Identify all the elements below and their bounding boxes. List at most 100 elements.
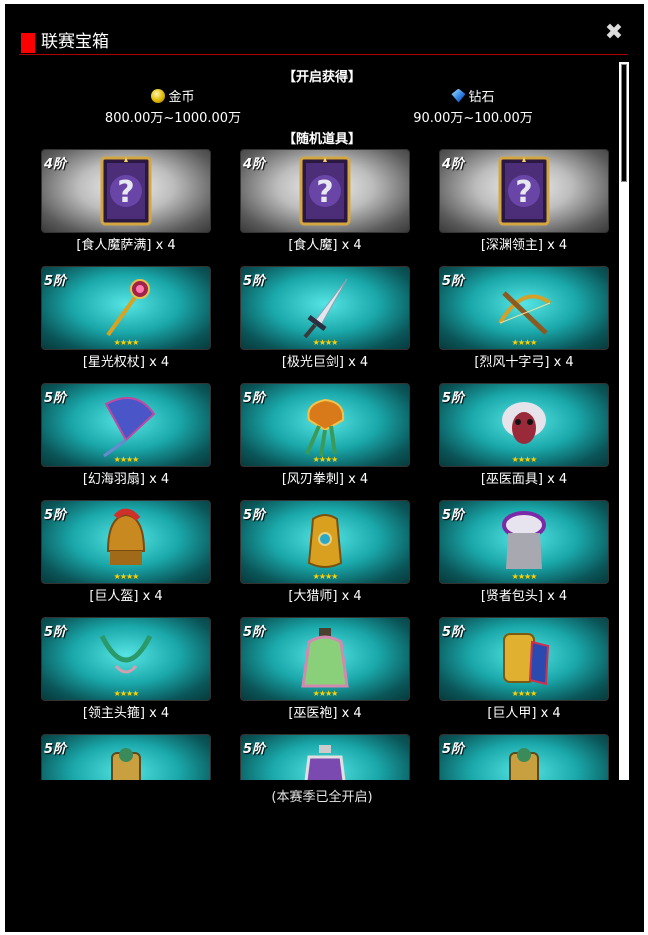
hunter-bracer-icon [295,507,355,577]
item-card[interactable]: ? 4阶 [439,149,609,233]
item-card[interactable]: 5阶 ★★★★ [439,500,609,584]
close-button[interactable]: ✖ [603,22,625,44]
reward-item[interactable]: 5阶 ★★★★ [极光巨剑] x 4 [240,266,410,374]
item-card[interactable]: 5阶 ★★★★ [41,266,211,350]
item-card[interactable]: 5阶 ★★★★ [240,617,410,701]
reward-item[interactable]: 5阶 ★★★★ [幻海羽扇] x 4 [41,383,211,491]
item-tier: 5阶 [442,391,465,406]
item-name: [食人魔萨满] x 4 [76,238,176,253]
item-name: [极光巨剑] x 4 [281,355,369,370]
item-stars: ★★★★ [511,689,538,698]
witch-doctor-robe-icon [295,624,355,694]
reward-item[interactable]: ? 4阶 [深渊领主] x 4 [439,149,609,257]
item-stars: ★★★★ [312,689,339,698]
item-tier: 5阶 [442,742,465,757]
gale-crossbow-icon [494,273,554,343]
item-card[interactable]: 5阶 [240,734,410,780]
item-tier: 5阶 [243,391,266,406]
item-card[interactable]: 5阶 ★★★★ [41,383,211,467]
item-tier: 5阶 [243,508,266,523]
item-name: [幻海羽扇] x 4 [82,472,170,487]
chest-content-scroll[interactable]: 【开启获得】 金币 800.00万~1000.00万 钻石 90.00万~100… [25,62,619,780]
gold-reward: 金币 800.00万~1000.00万 [73,86,273,126]
league-chest-dialog: 联赛宝箱 ✖ 【开启获得】 金币 800.00万~1000.00万 钻石 90.… [5,4,644,932]
item-tier: 5阶 [44,274,67,289]
giant-armor-icon [494,624,554,694]
mystery-card-icon: ? [96,156,156,226]
mystery-card-icon: ? [295,156,355,226]
reward-item[interactable]: 5阶 ★★★★ [星光权杖] x 4 [41,266,211,374]
reward-item[interactable]: 5阶 ★★★★ [巫医袍] x 4 [240,617,410,725]
reward-item[interactable]: 5阶 ★★★★ [巫医面具] x 4 [439,383,609,491]
diamond-reward: 钻石 90.00万~100.00万 [373,86,573,126]
item-name: [大猎师] x 4 [288,589,362,604]
item-card[interactable]: 5阶 ★★★★ [41,500,211,584]
item-card[interactable]: ? 4阶 [240,149,410,233]
item-name: [领主头箍] x 4 [82,706,170,721]
scrollbar[interactable] [619,62,629,780]
starlight-scepter-icon [96,273,156,343]
item-card[interactable]: 5阶 [439,734,609,780]
item-stars: ★★★★ [511,338,538,347]
svg-text:?: ? [316,175,333,210]
armor-item-icon [494,741,554,780]
item-card[interactable]: 5阶 ★★★★ [240,266,410,350]
reward-item[interactable]: 5阶 ★★★★ [风刃拳刺] x 4 [240,383,410,491]
item-stars: ★★★★ [113,338,140,347]
item-card[interactable]: 5阶 [41,734,211,780]
item-stars: ★★★★ [312,455,339,464]
reward-item[interactable]: 5阶 ★★★★ [巨人盔] x 4 [41,500,211,608]
gold-range: 800.00万~1000.00万 [104,110,242,126]
reward-item[interactable]: 5阶 ★★★★ [巨人甲] x 4 [439,617,609,725]
reward-item[interactable]: ? 4阶 [食人魔] x 4 [240,149,410,257]
item-card[interactable]: 5阶 ★★★★ [439,617,609,701]
item-stars: ★★★★ [511,455,538,464]
reward-item[interactable]: 5阶 ★★★★ [领主头箍] x 4 [41,617,211,725]
item-name: [巨人甲] x 4 [487,706,561,721]
item-name: [巫医袍] x 4 [288,706,362,721]
item-card[interactable]: 5阶 ★★★★ [240,500,410,584]
item-tier: 4阶 [243,157,266,172]
diamond-range: 90.00万~100.00万 [413,110,533,126]
close-icon: ✖ [604,20,624,45]
item-stars: ★★★★ [113,572,140,581]
giant-helmet-icon [96,507,156,577]
reward-item[interactable]: 5阶 [240,734,410,780]
reward-item[interactable]: 5阶 ★★★★ [烈风十字弓] x 4 [439,266,609,374]
item-name: [巨人盔] x 4 [89,589,163,604]
gold-label: 金币 [168,90,195,105]
item-card[interactable]: 5阶 ★★★★ [240,383,410,467]
item-card[interactable]: 5阶 ★★★★ [439,266,609,350]
title-accent-mark [21,33,35,53]
item-name: [贤者包头] x 4 [480,589,568,604]
item-card[interactable]: 5阶 ★★★★ [439,383,609,467]
scrollbar-thumb[interactable] [621,64,627,182]
reward-item[interactable]: ? 4阶 [食人魔萨满] x 4 [41,149,211,257]
reward-item[interactable]: 5阶 [439,734,609,780]
robe-item-icon [295,741,355,780]
item-card[interactable]: 5阶 ★★★★ [41,617,211,701]
item-tier: 4阶 [44,157,67,172]
sage-turban-icon [494,507,554,577]
item-tier: 5阶 [44,625,67,640]
reward-item[interactable]: 5阶 ★★★★ [大猎师] x 4 [240,500,410,608]
open-reward-heading: 【开启获得】 [282,70,361,85]
reward-item[interactable]: 5阶 [41,734,211,780]
item-tier: 5阶 [442,274,465,289]
gold-coin-icon [151,88,166,103]
item-name: [星光权杖] x 4 [82,355,170,370]
item-name: [深渊领主] x 4 [480,238,568,253]
item-name: [食人魔] x 4 [288,238,362,253]
item-tier: 5阶 [442,508,465,523]
wind-blade-claw-icon [295,390,355,460]
item-tier: 5阶 [442,625,465,640]
item-tier: 5阶 [243,274,266,289]
item-card[interactable]: ? 4阶 [41,149,211,233]
item-tier: 5阶 [44,391,67,406]
item-stars: ★★★★ [312,338,339,347]
item-tier: 4阶 [442,157,465,172]
reward-item[interactable]: 5阶 ★★★★ [贤者包头] x 4 [439,500,609,608]
item-stars: ★★★★ [312,572,339,581]
item-name: [巫医面具] x 4 [480,472,568,487]
random-items-heading: 【随机道具】 [282,132,361,147]
